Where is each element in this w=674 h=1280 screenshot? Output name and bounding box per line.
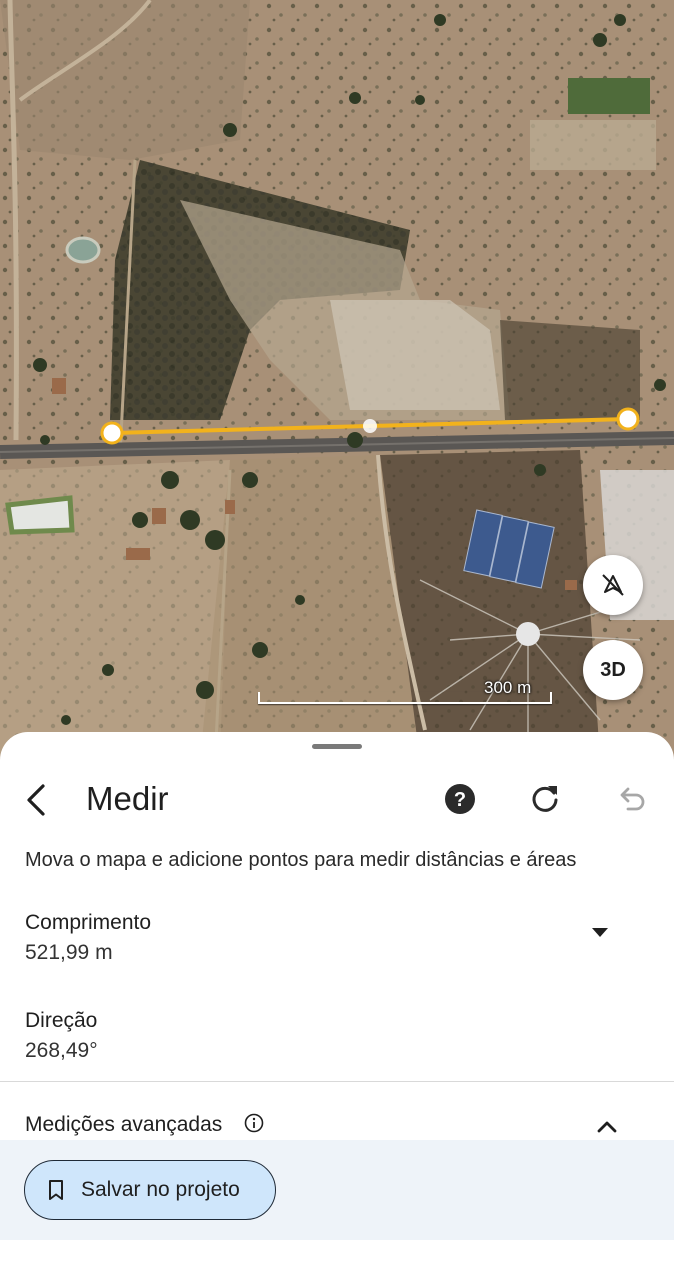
compass-button[interactable] xyxy=(583,555,643,615)
dropdown-arrow-icon xyxy=(592,928,608,937)
satellite-map[interactable]: 3D 300 m xyxy=(0,0,674,760)
direction-value: 268,49° xyxy=(25,1039,98,1062)
collapse-advanced-button[interactable] xyxy=(592,1112,622,1140)
info-button[interactable] xyxy=(244,1113,264,1133)
bookmark-icon xyxy=(49,1180,63,1200)
sheet-header: Medir ? xyxy=(0,776,674,822)
undo-icon xyxy=(620,787,645,811)
back-button[interactable] xyxy=(18,780,54,820)
direction-label: Direção xyxy=(25,1009,98,1032)
undo-button[interactable] xyxy=(614,782,648,816)
info-icon xyxy=(244,1113,264,1133)
advanced-measurements-row[interactable]: Medições avançadas xyxy=(0,1108,674,1144)
length-label: Comprimento xyxy=(25,911,152,934)
back-arrow-icon xyxy=(27,784,45,816)
length-value: 521,99 m xyxy=(25,941,113,964)
help-icon: ? xyxy=(445,784,475,814)
sheet-footer: Salvar no projeto xyxy=(0,1140,674,1240)
svg-text:?: ? xyxy=(454,789,466,811)
help-button[interactable]: ? xyxy=(443,782,477,816)
advanced-measurements-label: Medições avançadas xyxy=(25,1113,223,1136)
refresh-icon xyxy=(532,786,558,812)
page-title: Medir xyxy=(86,780,169,817)
instruction-text: Mova o mapa e adicione pontos para medir… xyxy=(25,849,577,871)
save-to-project-label: Salvar no projeto xyxy=(81,1178,240,1201)
refresh-button[interactable] xyxy=(528,782,562,816)
view-3d-label: 3D xyxy=(600,658,626,681)
compass-off-icon xyxy=(602,574,624,596)
measure-sheet: Medir ? Mova o mapa e adicione pontos pa… xyxy=(0,732,674,1280)
view-3d-button[interactable]: 3D xyxy=(583,640,643,700)
drag-handle[interactable] xyxy=(312,744,362,749)
save-to-project-button[interactable]: Salvar no projeto xyxy=(24,1160,276,1220)
satellite-imagery xyxy=(0,0,674,760)
scale-bar xyxy=(258,692,552,704)
divider xyxy=(0,1081,674,1082)
chevron-up-icon xyxy=(597,1121,617,1133)
length-unit-dropdown[interactable] xyxy=(585,922,615,944)
